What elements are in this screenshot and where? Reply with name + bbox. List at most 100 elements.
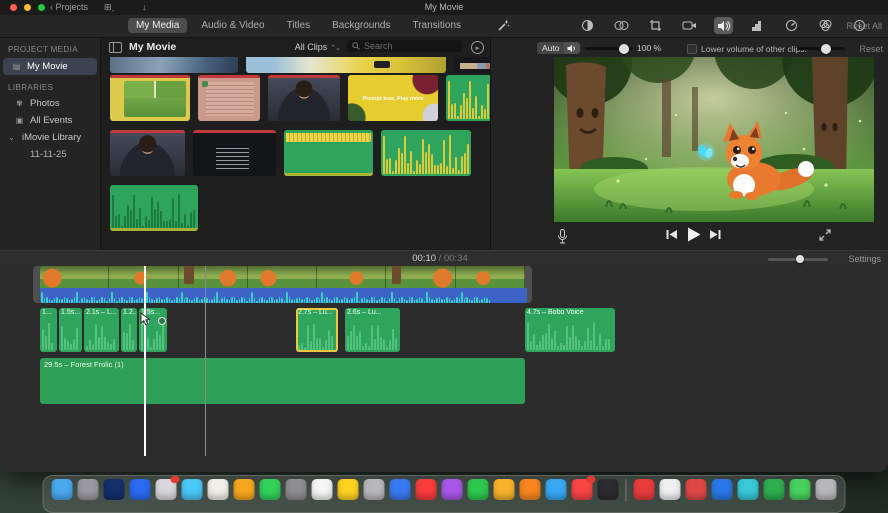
audio-clip[interactable]: 1.5s... <box>59 308 82 352</box>
dock-app-icon[interactable] <box>493 479 515 500</box>
play-button[interactable] <box>687 227 701 242</box>
dock-app-icon[interactable] <box>597 479 619 500</box>
lower-volume-checkbox[interactable] <box>687 44 697 54</box>
noise-reduction-icon[interactable] <box>748 17 767 34</box>
dock-app-icon[interactable] <box>467 479 489 500</box>
volume-slider[interactable] <box>585 43 633 54</box>
sidebar-item-library-date[interactable]: 11-11-25 <box>0 146 100 163</box>
dock-app-icon[interactable] <box>259 479 281 500</box>
speed-icon[interactable] <box>782 17 801 34</box>
media-thumbnail-webcam[interactable] <box>268 75 340 121</box>
audio-clip-selected[interactable]: 2.7s – Lu... <box>296 308 338 352</box>
dock-app-icon[interactable] <box>711 479 733 500</box>
media-thumbnail-audio-tall[interactable] <box>381 130 471 176</box>
dock-app-icon[interactable] <box>815 479 837 500</box>
clip-trim-handle-left[interactable] <box>33 266 40 303</box>
dock-app-icon[interactable] <box>415 479 437 500</box>
dock-app-icon[interactable] <box>685 479 707 500</box>
media-thumbnail-webcam[interactable] <box>110 130 185 176</box>
media-thumbnail-audio-band[interactable] <box>284 130 373 176</box>
clip-zoom-slider[interactable] <box>768 255 828 263</box>
filmstrip-frame[interactable] <box>40 266 110 288</box>
timeline-settings-button[interactable]: Settings <box>848 254 881 264</box>
playhead[interactable] <box>144 266 146 456</box>
clip-filter-icon[interactable] <box>816 17 835 34</box>
media-thumbnail-notes[interactable] <box>198 75 260 121</box>
clip-zoom-knob[interactable] <box>796 255 804 263</box>
dock-app-icon[interactable] <box>659 479 681 500</box>
media-thumbnail-gradient-blue[interactable] <box>110 57 238 73</box>
dock-app-icon[interactable] <box>763 479 785 500</box>
media-thumbnail-audio-tall[interactable] <box>446 75 496 121</box>
sidebar-item-photos[interactable]: ✾ Photos <box>0 95 100 112</box>
sidebar-item-imovie-library[interactable]: ⌄ iMovie Library <box>0 129 100 146</box>
dock-app-icon[interactable] <box>737 479 759 500</box>
tab-my-media[interactable]: My Media <box>128 18 188 33</box>
filmstrip-frame[interactable] <box>386 266 456 288</box>
dock-app-icon[interactable] <box>181 479 203 500</box>
microphone-icon[interactable] <box>557 229 568 244</box>
lower-volume-slider[interactable] <box>797 43 845 54</box>
filmstrip-frame[interactable] <box>178 266 248 288</box>
tab-audio-video[interactable]: Audio & Video <box>193 18 272 33</box>
reset-all-button[interactable]: Reset All <box>846 21 882 31</box>
dock-app-icon[interactable] <box>571 476 596 500</box>
dock-app-icon[interactable] <box>129 479 151 500</box>
volume-icon[interactable] <box>714 17 733 34</box>
filmstrip-frame[interactable] <box>317 266 387 288</box>
filmstrip-frame[interactable] <box>455 266 525 288</box>
dock-app-icon[interactable] <box>363 479 385 500</box>
dock-app-icon[interactable] <box>233 479 255 500</box>
video-preview[interactable] <box>554 57 874 222</box>
dock-app-icon[interactable] <box>103 479 125 500</box>
autoplay-icon[interactable]: ▸ <box>471 41 484 54</box>
timeline[interactable]: 1...1.5s...2.1s – L...1.2...1.5s...2.7s … <box>0 266 888 472</box>
crop-icon[interactable] <box>646 17 665 34</box>
tab-backgrounds[interactable]: Backgrounds <box>324 18 398 33</box>
media-thumbnail-gradient-gold[interactable] <box>246 57 446 73</box>
sidebar-toggle-icon[interactable] <box>109 42 122 53</box>
search-input[interactable]: Search <box>347 40 462 52</box>
fullscreen-icon[interactable] <box>819 229 831 241</box>
color-correction-icon[interactable] <box>612 17 631 34</box>
clip-filter-dropdown[interactable]: All Clips ⌃⌄ <box>295 42 341 52</box>
lower-volume-knob[interactable] <box>821 43 831 54</box>
dock-app-icon[interactable] <box>285 479 307 500</box>
dock-app-icon[interactable] <box>441 479 463 500</box>
dock-app-icon[interactable] <box>155 476 180 500</box>
speaker-button[interactable] <box>564 42 580 54</box>
dock-app-icon[interactable] <box>311 479 333 500</box>
stabilization-icon[interactable] <box>680 17 699 34</box>
audio-clip[interactable]: 1.2... <box>121 308 137 352</box>
audio-clip[interactable]: 1... <box>40 308 57 352</box>
filmstrip-frame[interactable] <box>247 266 318 288</box>
audio-clip[interactable]: 4.7s – Bobo Voice <box>525 308 615 352</box>
sidebar-item-my-movie[interactable]: ▤ My Movie <box>3 58 97 75</box>
video-audio-bar[interactable] <box>40 288 527 303</box>
media-thumbnail-audio-wave[interactable] <box>110 185 198 231</box>
background-music-clip[interactable]: 29.5s – Forest Frolic (1) <box>40 358 525 404</box>
color-balance-icon[interactable] <box>578 17 597 34</box>
media-thumbnail-promo[interactable]: Prompt less, Play more <box>348 75 438 121</box>
video-clip-filmstrip[interactable] <box>40 266 525 288</box>
audio-clip[interactable]: 2.6s – Lu... <box>345 308 400 352</box>
tab-titles[interactable]: Titles <box>279 18 319 33</box>
auto-volume-button[interactable]: Auto <box>537 42 565 54</box>
dock-app-icon[interactable] <box>545 479 567 500</box>
dock-app-icon[interactable] <box>633 479 655 500</box>
media-thumbnail-fox-collage[interactable] <box>110 75 190 121</box>
dock-app-icon[interactable] <box>207 479 229 500</box>
dock-app-icon[interactable] <box>337 479 359 500</box>
sidebar-item-all-events[interactable]: ▣ All Events <box>0 112 100 129</box>
audio-clip[interactable]: 2.1s – L... <box>84 308 119 352</box>
dock-app-icon[interactable] <box>519 479 541 500</box>
dock-app-icon[interactable] <box>789 479 811 500</box>
magic-wand-icon[interactable] <box>497 19 510 32</box>
tab-transitions[interactable]: Transitions <box>404 18 469 33</box>
dock[interactable] <box>42 475 846 513</box>
volume-slider-knob[interactable] <box>619 43 629 54</box>
media-thumbnail-terminal[interactable] <box>193 130 276 176</box>
dock-app-icon[interactable] <box>389 479 411 500</box>
dock-app-icon[interactable] <box>77 479 99 500</box>
reset-button[interactable]: Reset <box>859 44 883 54</box>
